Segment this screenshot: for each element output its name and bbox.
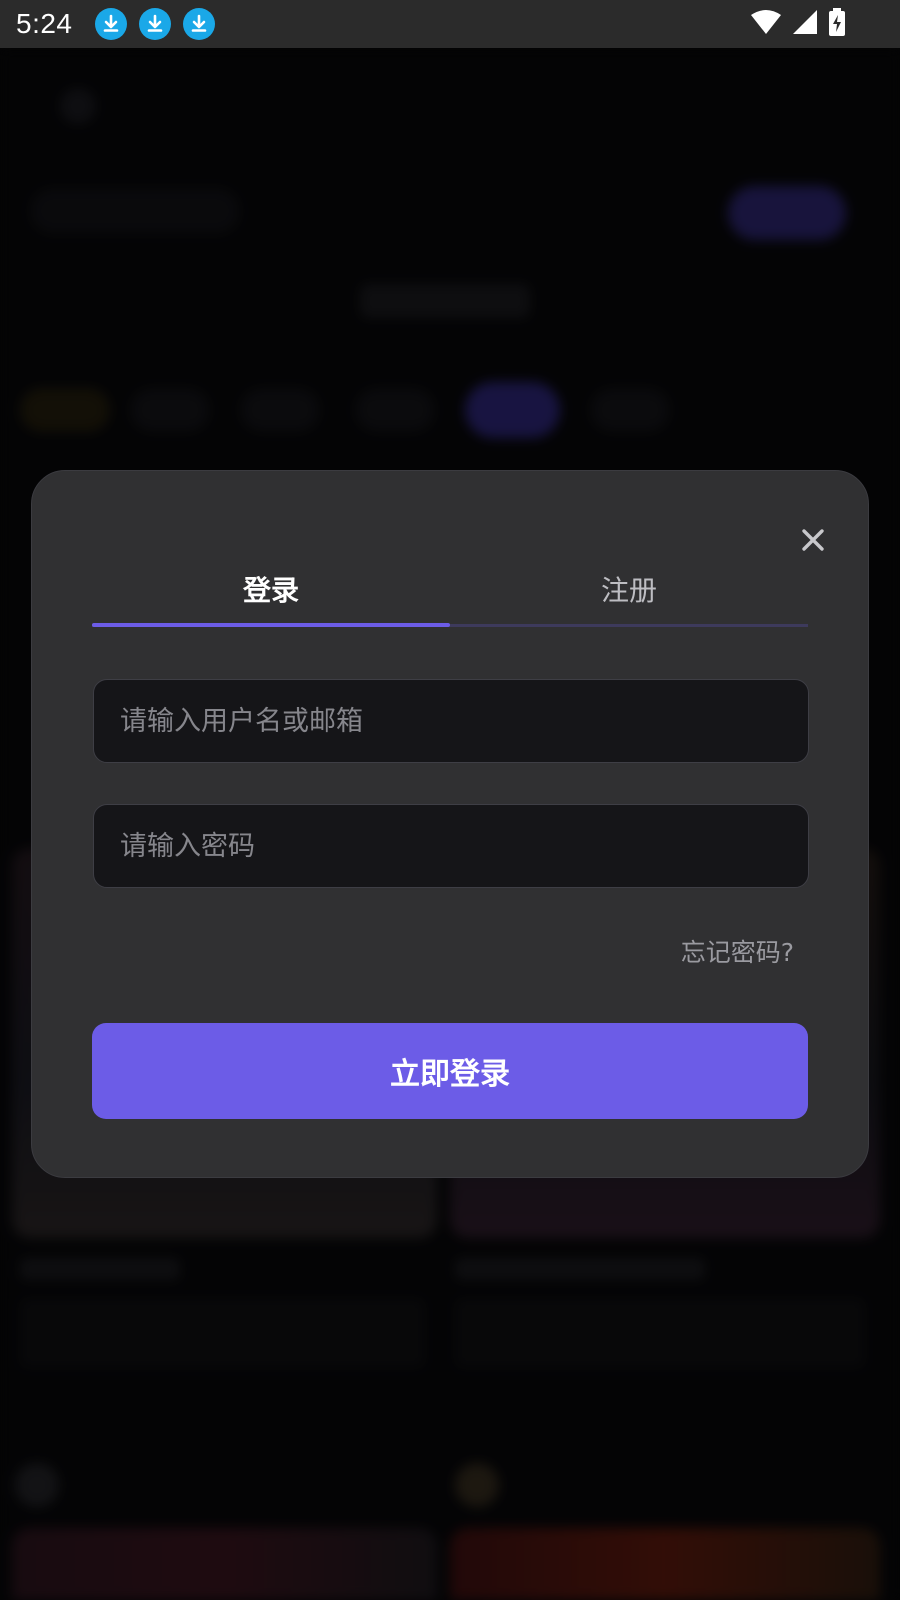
download-icon (94, 8, 127, 40)
download-icon (138, 8, 171, 40)
tab-login[interactable]: 登录 (92, 561, 450, 621)
auth-tabs: 登录 注册 (92, 561, 808, 621)
login-dialog: 登录 注册 忘记密码? 立即登录 (31, 470, 869, 1178)
status-time: 5:24 (16, 8, 73, 39)
password-input[interactable] (93, 804, 809, 888)
login-submit-button[interactable]: 立即登录 (92, 1023, 808, 1119)
battery-charging-icon (828, 8, 846, 40)
close-icon (802, 529, 824, 551)
signal-icon (792, 9, 818, 39)
username-input[interactable] (93, 679, 809, 763)
wifi-icon (750, 9, 782, 39)
download-icon (182, 8, 215, 40)
tab-register[interactable]: 注册 (450, 561, 808, 621)
forgot-password-link[interactable]: 忘记密码? (681, 933, 794, 969)
status-right-icons (750, 8, 884, 40)
close-button[interactable] (796, 523, 830, 557)
status-bar: 5:24 (0, 0, 900, 48)
active-tab-indicator (92, 623, 450, 627)
